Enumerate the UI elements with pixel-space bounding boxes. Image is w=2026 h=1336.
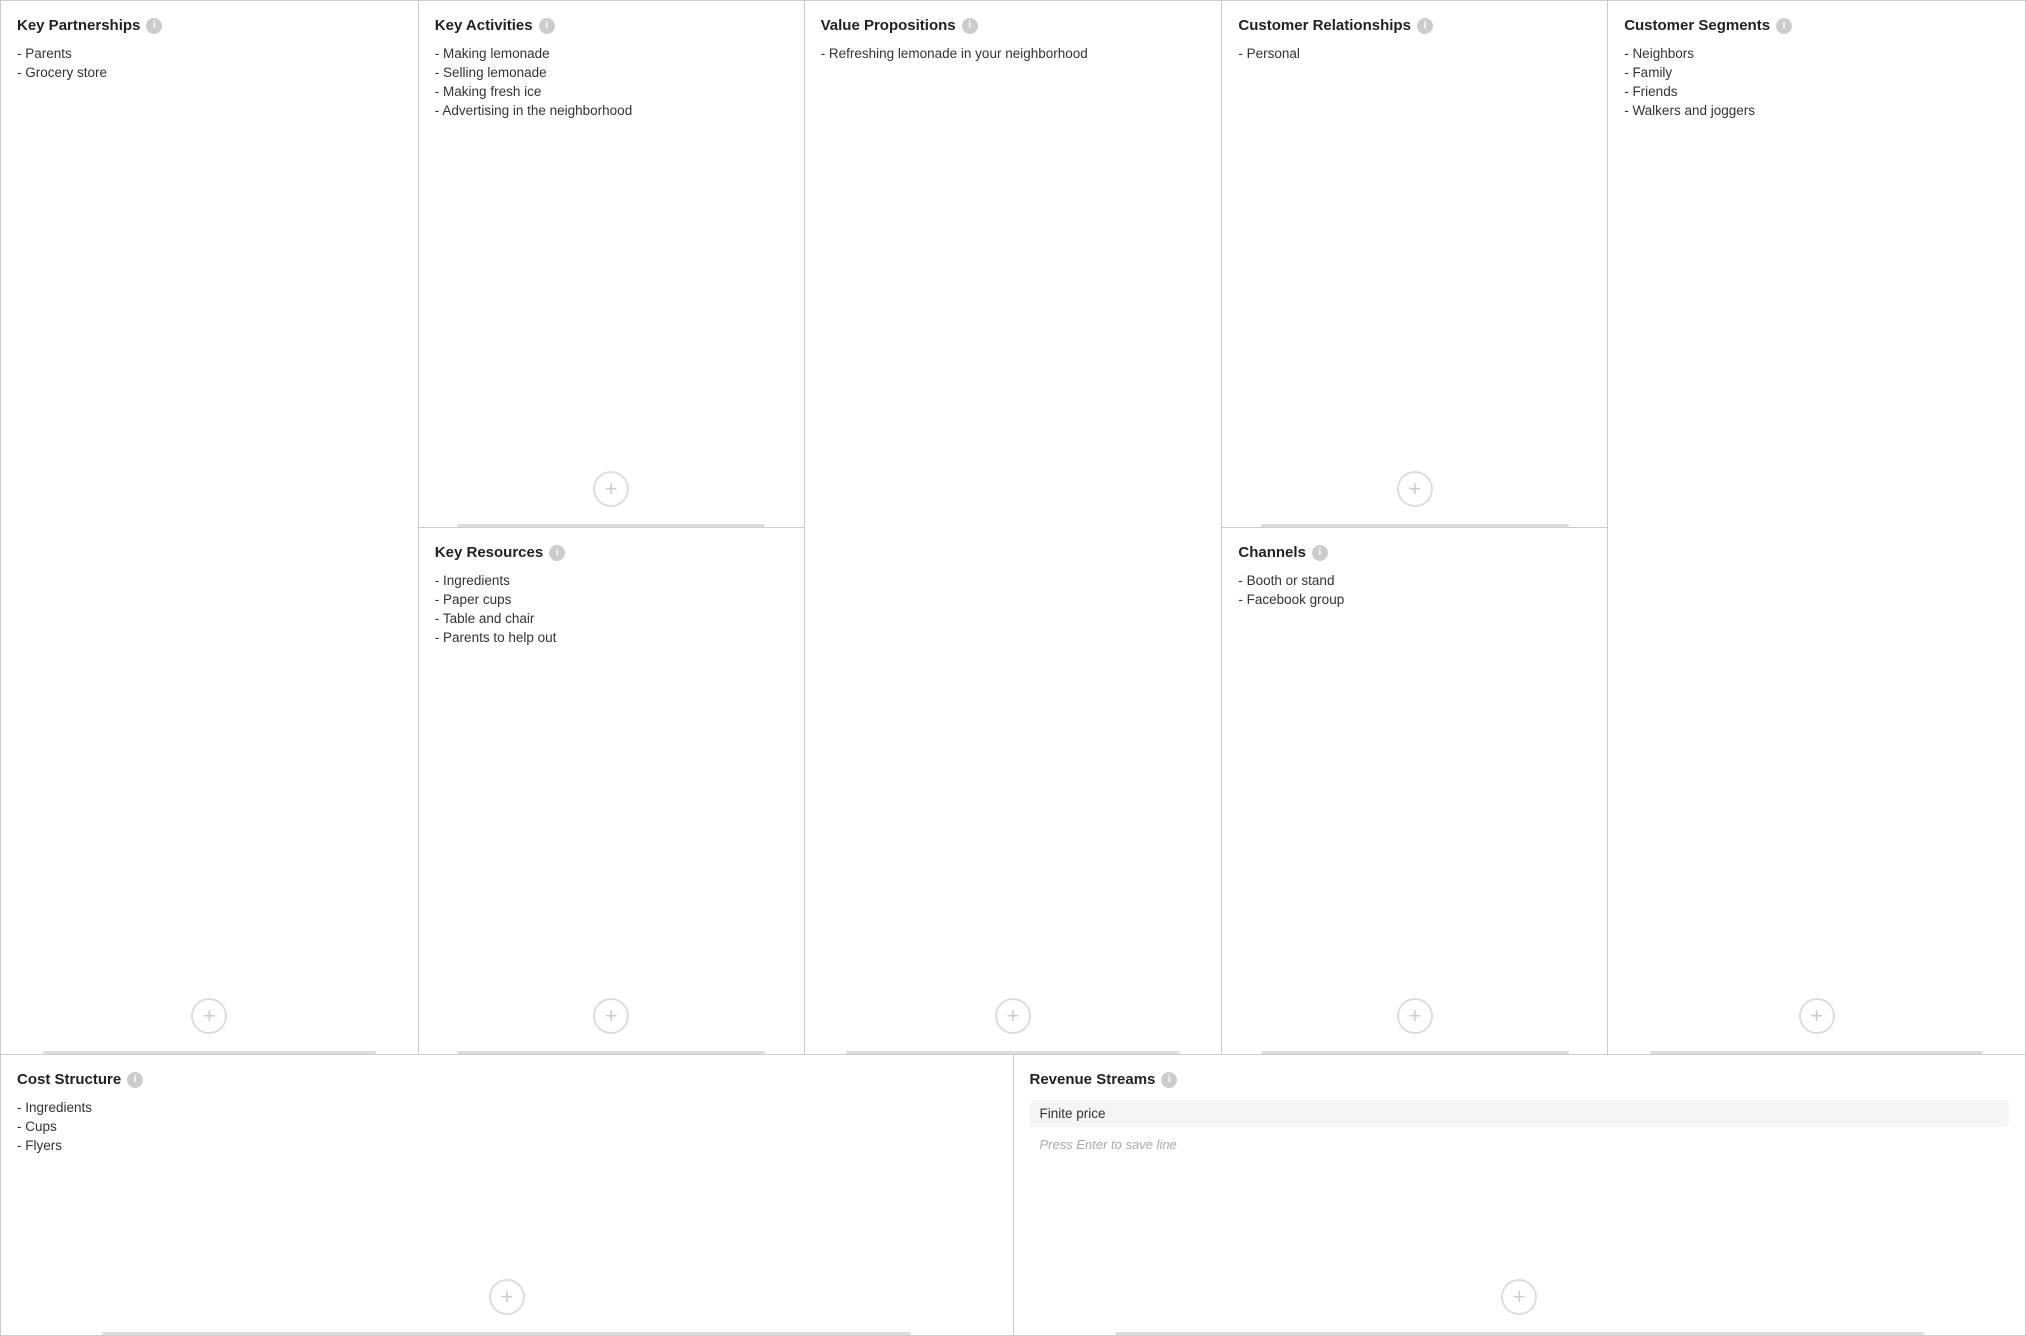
list-item: Making fresh ice bbox=[435, 84, 788, 99]
cost-structure-cell: Cost Structure i Ingredients Cups Flyers… bbox=[1, 1055, 1014, 1335]
channels-bottom-line bbox=[1261, 1051, 1569, 1054]
relationships-list: Personal bbox=[1238, 46, 1591, 61]
revenue-bottom-line bbox=[1115, 1332, 1924, 1335]
list-item: Parents bbox=[17, 46, 402, 61]
segments-info-icon[interactable]: i bbox=[1776, 18, 1792, 34]
channels-title: Channels i bbox=[1238, 544, 1591, 561]
cost-list: Ingredients Cups Flyers bbox=[17, 1100, 997, 1157]
list-item: Grocery store bbox=[17, 65, 402, 80]
activities-list: Making lemonade Selling lemonade Making … bbox=[435, 46, 788, 118]
segments-bottom-line bbox=[1650, 1051, 1983, 1054]
value-add-button[interactable]: + bbox=[995, 998, 1031, 1034]
channels-info-icon[interactable]: i bbox=[1312, 545, 1328, 561]
value-list: Refreshing lemonade in your neighborhood bbox=[821, 46, 1206, 65]
list-item: Neighbors bbox=[1624, 46, 2009, 61]
partnerships-bottom-line bbox=[43, 1051, 376, 1054]
revenue-streams-title: Revenue Streams i bbox=[1030, 1071, 2010, 1088]
key-activities-title: Key Activities i bbox=[435, 17, 788, 34]
list-item: Parents to help out bbox=[435, 630, 788, 645]
resources-bottom-line bbox=[457, 1051, 765, 1054]
bottom-section: Cost Structure i Ingredients Cups Flyers… bbox=[1, 1055, 2025, 1335]
value-info-icon[interactable]: i bbox=[962, 18, 978, 34]
customer-relationships-title: Customer Relationships i bbox=[1238, 17, 1591, 34]
key-partnerships-cell: Key Partnerships i Parents Grocery store… bbox=[1, 1, 419, 1054]
relationships-column: Customer Relationships i Personal + Chan… bbox=[1222, 1, 1608, 1054]
channels-cell: Channels i Booth or stand Facebook group… bbox=[1222, 528, 1607, 1054]
list-item: Booth or stand bbox=[1238, 573, 1591, 588]
value-propositions-cell: Value Propositions i Refreshing lemonade… bbox=[805, 1, 1223, 1054]
value-bottom-line bbox=[846, 1051, 1179, 1054]
value-propositions-title: Value Propositions i bbox=[821, 17, 1206, 34]
list-item: Walkers and joggers bbox=[1624, 103, 2009, 118]
list-item: Family bbox=[1624, 65, 2009, 80]
list-item: Selling lemonade bbox=[435, 65, 788, 80]
revenue-info-icon[interactable]: i bbox=[1161, 1072, 1177, 1088]
list-item: Ingredients bbox=[17, 1100, 997, 1115]
list-item: Table and chair bbox=[435, 611, 788, 626]
revenue-input-placeholder: Press Enter to save line bbox=[1030, 1133, 2010, 1156]
partnerships-list: Parents Grocery store bbox=[17, 46, 402, 84]
relationships-add-button[interactable]: + bbox=[1397, 471, 1433, 507]
cost-bottom-line bbox=[102, 1332, 911, 1335]
segments-list: Neighbors Family Friends Walkers and jog… bbox=[1624, 46, 2009, 122]
top-section: Key Partnerships i Parents Grocery store… bbox=[1, 1, 2025, 1055]
list-item: Cups bbox=[17, 1119, 997, 1134]
revenue-current-item[interactable]: Finite price bbox=[1030, 1100, 2010, 1127]
relationships-bottom-line bbox=[1261, 524, 1569, 527]
channels-list: Booth or stand Facebook group bbox=[1238, 573, 1591, 607]
activities-info-icon[interactable]: i bbox=[539, 18, 555, 34]
list-item: Making lemonade bbox=[435, 46, 788, 61]
key-resources-title: Key Resources i bbox=[435, 544, 788, 561]
activities-add-button[interactable]: + bbox=[593, 471, 629, 507]
resources-list: Ingredients Paper cups Table and chair P… bbox=[435, 573, 788, 645]
list-item: Paper cups bbox=[435, 592, 788, 607]
activities-column: Key Activities i Making lemonade Selling… bbox=[419, 1, 805, 1054]
revenue-streams-cell: Revenue Streams i Finite price Press Ent… bbox=[1014, 1055, 2026, 1335]
cost-info-icon[interactable]: i bbox=[127, 1072, 143, 1088]
channels-add-button[interactable]: + bbox=[1397, 998, 1433, 1034]
resources-info-icon[interactable]: i bbox=[549, 545, 565, 561]
customer-segments-title: Customer Segments i bbox=[1624, 17, 2009, 34]
resources-add-button[interactable]: + bbox=[593, 998, 629, 1034]
partnerships-add-button[interactable]: + bbox=[191, 998, 227, 1034]
customer-segments-cell: Customer Segments i Neighbors Family Fri… bbox=[1608, 1, 2025, 1054]
revenue-add-button[interactable]: + bbox=[1501, 1279, 1537, 1315]
list-item: Friends bbox=[1624, 84, 2009, 99]
partnerships-info-icon[interactable]: i bbox=[146, 18, 162, 34]
list-item: Advertising in the neighborhood bbox=[435, 103, 788, 118]
cost-structure-title: Cost Structure i bbox=[17, 1071, 997, 1088]
list-item: Flyers bbox=[17, 1138, 997, 1153]
segments-add-button[interactable]: + bbox=[1799, 998, 1835, 1034]
cost-add-button[interactable]: + bbox=[489, 1279, 525, 1315]
key-partnerships-title: Key Partnerships i bbox=[17, 17, 402, 34]
key-resources-cell: Key Resources i Ingredients Paper cups T… bbox=[419, 528, 804, 1054]
customer-relationships-cell: Customer Relationships i Personal + bbox=[1222, 1, 1607, 528]
list-item: Ingredients bbox=[435, 573, 788, 588]
activities-bottom-line bbox=[457, 524, 765, 527]
list-item: Personal bbox=[1238, 46, 1591, 61]
relationships-info-icon[interactable]: i bbox=[1417, 18, 1433, 34]
list-item: Refreshing lemonade in your neighborhood bbox=[821, 46, 1206, 61]
key-activities-cell: Key Activities i Making lemonade Selling… bbox=[419, 1, 804, 528]
list-item: Facebook group bbox=[1238, 592, 1591, 607]
business-model-canvas: Key Partnerships i Parents Grocery store… bbox=[0, 0, 2026, 1336]
